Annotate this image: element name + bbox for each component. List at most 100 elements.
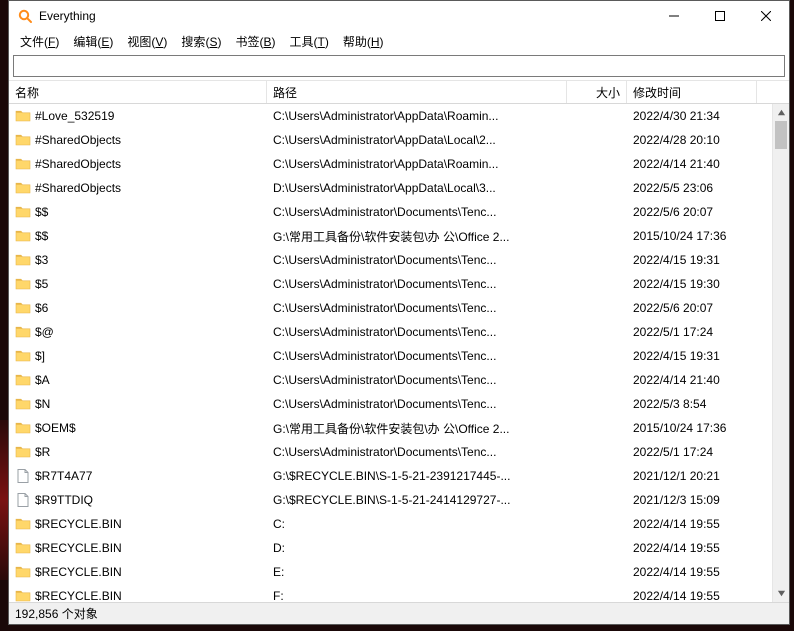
- column-headers: 名称 路径 大小 修改时间: [9, 80, 789, 104]
- cell-date: 2022/4/14 21:40: [627, 373, 757, 387]
- file-name: $RECYCLE.BIN: [35, 565, 122, 579]
- cell-name: $R9TTDIQ: [9, 492, 267, 508]
- result-row[interactable]: $3 C:\Users\Administrator\Documents\Tenc.…: [9, 248, 789, 272]
- header-size[interactable]: 大小: [567, 81, 627, 103]
- cell-name: $A: [9, 372, 267, 388]
- file-name: $R9TTDIQ: [35, 493, 93, 507]
- cell-path: C:\Users\Administrator\Documents\Tenc...: [267, 397, 567, 411]
- result-row[interactable]: $AC:\Users\Administrator\Documents\Tenc.…: [9, 368, 789, 392]
- file-name: $]: [35, 349, 45, 363]
- scroll-down-button[interactable]: [773, 585, 789, 602]
- cell-path: C:\Users\Administrator\Documents\Tenc...: [267, 253, 567, 267]
- result-row[interactable]: $RECYCLE.BINE:2022/4/14 19:55: [9, 560, 789, 584]
- result-row[interactable]: $5C:\Users\Administrator\Documents\Tenc.…: [9, 272, 789, 296]
- folder-icon: [15, 180, 31, 196]
- result-row[interactable]: $R9TTDIQ G:\$RECYCLE.BIN\S-1-5-21-2414129…: [9, 488, 789, 512]
- cell-date: 2022/5/6 20:07: [627, 205, 757, 219]
- result-row[interactable]: $R7T4A77G:\$RECYCLE.BIN\S-1-5-21-2391217…: [9, 464, 789, 488]
- cell-path: C:\Users\Administrator\Documents\Tenc...: [267, 325, 567, 339]
- header-date[interactable]: 修改时间: [627, 81, 757, 103]
- result-row[interactable]: #Love_532519C:\Users\Administrator\AppDa…: [9, 104, 789, 128]
- menu-view[interactable]: 视图(V): [120, 31, 174, 52]
- result-row[interactable]: $6C:\Users\Administrator\Documents\Tenc.…: [9, 296, 789, 320]
- file-name: $RECYCLE.BIN: [35, 517, 122, 531]
- vertical-scrollbar[interactable]: [772, 104, 789, 602]
- close-button[interactable]: [743, 1, 789, 31]
- cell-name: #Love_532519: [9, 108, 267, 124]
- scroll-track[interactable]: [773, 121, 789, 585]
- scroll-thumb[interactable]: [775, 121, 787, 149]
- cell-name: #SharedObjects: [9, 180, 267, 196]
- file-name: $5: [35, 277, 48, 291]
- cell-date: 2022/5/5 23:06: [627, 181, 757, 195]
- app-icon: [17, 8, 33, 24]
- cell-date: 2022/4/28 20:10: [627, 133, 757, 147]
- result-row[interactable]: $$C:\Users\Administrator\Documents\Tenc.…: [9, 200, 789, 224]
- cell-name: $RECYCLE.BIN: [9, 588, 267, 602]
- result-row[interactable]: $RECYCLE.BIND:2022/4/14 19:55: [9, 536, 789, 560]
- search-input[interactable]: [13, 55, 785, 77]
- result-row[interactable]: $RC:\Users\Administrator\Documents\Tenc.…: [9, 440, 789, 464]
- cell-date: 2022/4/14 19:55: [627, 589, 757, 602]
- cell-name: $@: [9, 324, 267, 340]
- result-row[interactable]: #SharedObjectsD:\Users\Administrator\App…: [9, 176, 789, 200]
- cell-name: $$: [9, 204, 267, 220]
- menu-tools[interactable]: 工具(T): [282, 31, 335, 52]
- file-icon: [15, 468, 31, 484]
- file-name: $RECYCLE.BIN: [35, 541, 122, 555]
- cell-path: G:\$RECYCLE.BIN\S-1-5-21-2414129727-...: [267, 493, 567, 507]
- header-name[interactable]: 名称: [9, 81, 267, 103]
- menubar: 文件(F) 编辑(E) 视图(V) 搜索(S) 书签(B) 工具(T) 帮助(H…: [9, 31, 789, 52]
- window-title: Everything: [39, 9, 651, 23]
- cell-path: C:\Users\Administrator\AppData\Roamin...: [267, 109, 567, 123]
- cell-path: C:\Users\Administrator\AppData\Local\2..…: [267, 133, 567, 147]
- result-row[interactable]: $] C:\Users\Administrator\Documents\Tenc.…: [9, 344, 789, 368]
- folder-icon: [15, 276, 31, 292]
- cell-path: C:\Users\Administrator\Documents\Tenc...: [267, 205, 567, 219]
- folder-icon: [15, 372, 31, 388]
- file-name: $R7T4A77: [35, 469, 92, 483]
- result-row[interactable]: $RECYCLE.BINF: 2022/4/14 19:55: [9, 584, 789, 602]
- result-row[interactable]: $OEM$G:\常用工具备份\软件安装包\办 公\Office 2...2015…: [9, 416, 789, 440]
- result-row[interactable]: #SharedObjectsC:\Users\Administrator\App…: [9, 128, 789, 152]
- menu-edit[interactable]: 编辑(E): [66, 31, 120, 52]
- cell-path: C:\Users\Administrator\Documents\Tenc...: [267, 349, 567, 363]
- file-name: $3: [35, 253, 48, 267]
- file-name: $OEM$: [35, 421, 76, 435]
- cell-name: #SharedObjects: [9, 156, 267, 172]
- menu-search[interactable]: 搜索(S): [174, 31, 228, 52]
- minimize-button[interactable]: [651, 1, 697, 31]
- result-row[interactable]: $@C:\Users\Administrator\Documents\Tenc.…: [9, 320, 789, 344]
- cell-date: 2022/5/3 8:54: [627, 397, 757, 411]
- cell-date: 2022/5/6 20:07: [627, 301, 757, 315]
- cell-name: $RECYCLE.BIN: [9, 564, 267, 580]
- menu-file[interactable]: 文件(F): [13, 31, 66, 52]
- titlebar[interactable]: Everything: [9, 1, 789, 31]
- folder-icon: [15, 540, 31, 556]
- folder-icon: [15, 252, 31, 268]
- folder-icon: [15, 324, 31, 340]
- result-row[interactable]: $$G:\常用工具备份\软件安装包\办 公\Office 2...2015/10…: [9, 224, 789, 248]
- maximize-button[interactable]: [697, 1, 743, 31]
- folder-icon: [15, 420, 31, 436]
- results-list: #Love_532519C:\Users\Administrator\AppDa…: [9, 104, 789, 602]
- file-name: $R: [35, 445, 50, 459]
- folder-icon: [15, 204, 31, 220]
- scroll-up-button[interactable]: [773, 104, 789, 121]
- file-icon: [15, 492, 31, 508]
- cell-date: 2022/4/15 19:31: [627, 253, 757, 267]
- menu-help[interactable]: 帮助(H): [336, 31, 391, 52]
- result-row[interactable]: $RECYCLE.BINC:2022/4/14 19:55: [9, 512, 789, 536]
- cell-path: F:: [267, 589, 567, 602]
- result-row[interactable]: #SharedObjectsC:\Users\Administrator\App…: [9, 152, 789, 176]
- status-text: 192,856 个对象: [15, 605, 98, 622]
- cell-name: #SharedObjects: [9, 132, 267, 148]
- statusbar: 192,856 个对象: [9, 602, 789, 624]
- result-row[interactable]: $NC:\Users\Administrator\Documents\Tenc.…: [9, 392, 789, 416]
- header-path[interactable]: 路径: [267, 81, 567, 103]
- cell-date: 2021/12/1 20:21: [627, 469, 757, 483]
- cell-path: G:\常用工具备份\软件安装包\办 公\Office 2...: [267, 228, 567, 245]
- menu-bookmarks[interactable]: 书签(B): [228, 31, 282, 52]
- folder-icon: [15, 396, 31, 412]
- cell-name: $OEM$: [9, 420, 267, 436]
